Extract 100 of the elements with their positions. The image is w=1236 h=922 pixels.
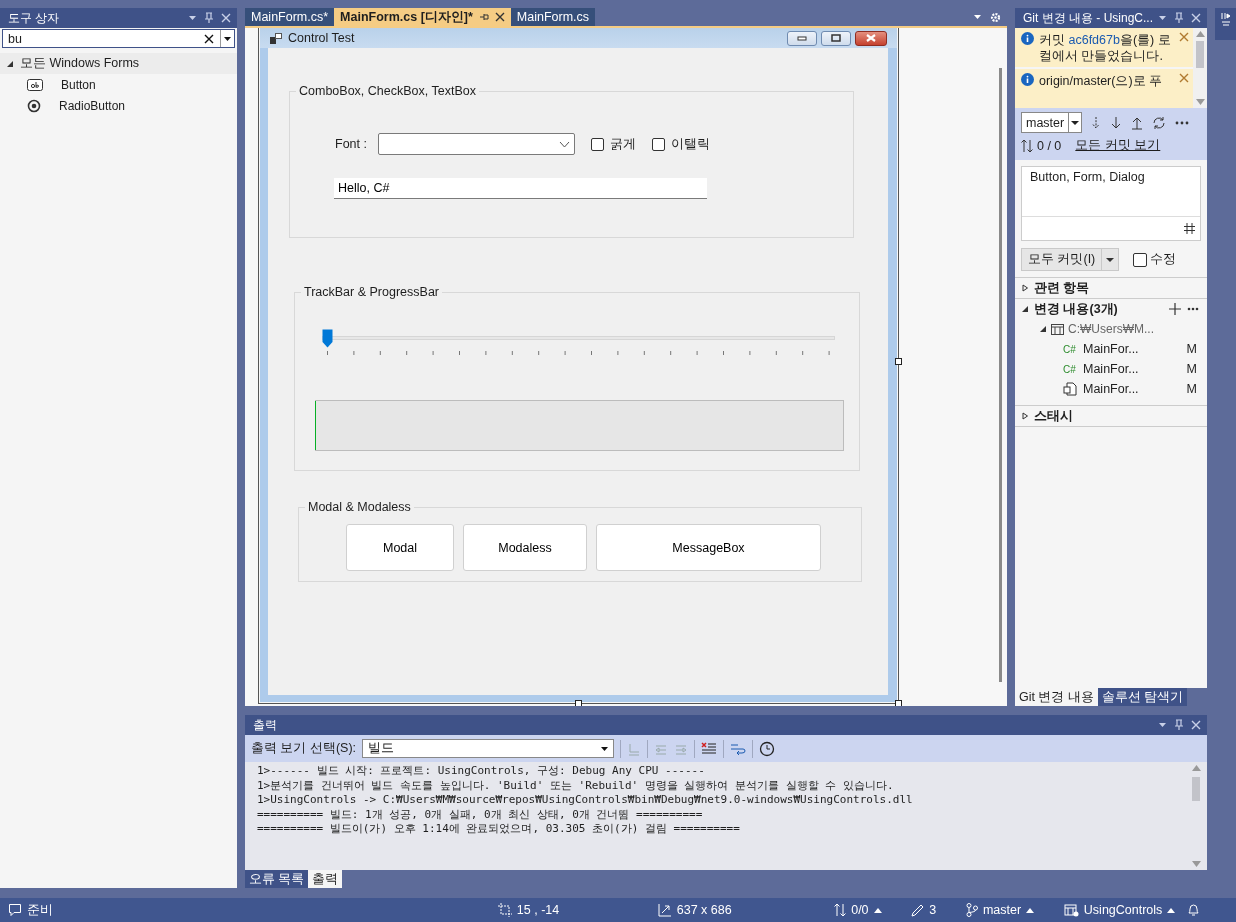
panel-tab[interactable]: 출력	[308, 870, 343, 888]
fetch-icon[interactable]	[1091, 115, 1102, 130]
side-tab[interactable]	[1215, 8, 1236, 40]
more-icon[interactable]	[1175, 120, 1190, 125]
minimize-button[interactable]	[787, 30, 817, 46]
radio-button-icon	[27, 98, 41, 113]
pending-changes[interactable]: 3	[911, 903, 937, 917]
panel-tab[interactable]: Git 변경 내용	[1015, 688, 1098, 706]
sync-icon[interactable]	[1152, 115, 1167, 130]
file-icon	[1063, 382, 1079, 396]
document-tab[interactable]: MainForm.cs	[510, 8, 596, 26]
clear-icon[interactable]	[204, 33, 214, 44]
collapse-icon[interactable]	[6, 59, 14, 68]
section-header[interactable]: 관련 항목	[1021, 278, 1207, 298]
caret-icon	[1071, 119, 1080, 126]
resize-handle[interactable]	[575, 700, 582, 706]
scrollbar-thumb[interactable]	[1192, 777, 1200, 801]
panel-tab[interactable]: 오류 목록	[245, 870, 309, 888]
maximize-button[interactable]	[821, 30, 851, 46]
trackbar-thumb[interactable]	[322, 329, 333, 348]
scrollbar[interactable]	[1193, 28, 1207, 108]
sync-count: 0 / 0	[1037, 138, 1062, 153]
search-field[interactable]: bu	[2, 29, 235, 48]
repository-folder-icon	[1051, 323, 1064, 335]
clock-icon[interactable]	[759, 740, 776, 757]
collapse-icon[interactable]	[1021, 305, 1029, 313]
hash-icon[interactable]	[1183, 222, 1196, 235]
group-title: ComboBox, CheckBox, TextBox	[296, 84, 479, 98]
tree-group[interactable]: 모든 Windows Forms	[0, 53, 237, 74]
repository-status[interactable]: UsingControls	[1063, 903, 1176, 917]
caret-icon	[600, 744, 610, 753]
scroll-up-icon	[1191, 765, 1201, 771]
close-button[interactable]	[855, 30, 887, 46]
checkbox[interactable]	[651, 137, 665, 151]
scroll-down-icon	[1195, 99, 1205, 105]
text-input[interactable]: Hello, C#	[334, 178, 707, 199]
caret-up-icon	[873, 907, 882, 913]
stage-all-icon[interactable]	[1169, 303, 1181, 315]
output-line: 1>------ 빌드 시작: 프로젝트: UsingControls, 구성: Debug Any CPU ------	[257, 764, 706, 779]
changed-file[interactable]: MainFor... M	[1021, 379, 1207, 399]
toolbox-item[interactable]: RadioButton	[0, 95, 237, 116]
group-label: 모든 Windows Forms	[20, 55, 140, 72]
resize-handle[interactable]	[895, 358, 902, 365]
expand-icon[interactable]	[1021, 284, 1029, 292]
commit-all-button[interactable]: 모두 커밋(I)	[1021, 248, 1120, 271]
sync-status[interactable]: 0/0	[834, 903, 882, 917]
size-icon	[657, 903, 672, 917]
document-tab[interactable]: MainForm.cs*	[245, 8, 335, 26]
toolbox-item[interactable]: Button	[0, 74, 237, 95]
dialog-button[interactable]: MessageBox	[596, 524, 821, 571]
notifications-icon[interactable]	[1187, 903, 1201, 917]
commit-link[interactable]: ac6fd67b	[1068, 33, 1120, 47]
branch-status[interactable]: master	[965, 903, 1035, 917]
push-icon[interactable]	[1131, 115, 1144, 130]
output-line: 1>분석기를 건너뛰어 빌드 속도를 높입니다. 'Build' 또는 'Rebuild' 명령을 실행하여 분석기를 실행할 수 있습니다.	[257, 778, 895, 793]
checkbox-label: 수정	[1150, 251, 1177, 268]
settings-icon[interactable]	[990, 11, 1001, 23]
output-source-dropdown[interactable]: 빌드	[362, 739, 615, 758]
folder-node[interactable]: C:₩Users₩M...	[1021, 319, 1207, 339]
resize-handle[interactable]	[895, 700, 902, 706]
dialog-button[interactable]: Modaless	[463, 524, 587, 571]
file-status: M	[1186, 382, 1197, 396]
panel-tab[interactable]: 솔루션 탐색기	[1097, 688, 1188, 706]
trackbar[interactable]	[322, 329, 835, 348]
cursor-position: 15 , -14	[516, 903, 560, 917]
pull-icon[interactable]	[1110, 115, 1123, 130]
scrollbar[interactable]	[1189, 762, 1203, 870]
more-icon[interactable]	[1187, 307, 1199, 311]
document-tab[interactable]: MainForm.cs [디자인]*	[334, 8, 511, 26]
section-header[interactable]: 스태시	[1021, 406, 1207, 426]
collapse-icon[interactable]	[1039, 325, 1047, 333]
chevron-down-icon	[558, 140, 570, 148]
changed-file[interactable]: C# MainFor... M	[1021, 339, 1207, 359]
checkbox[interactable]	[1133, 252, 1148, 267]
dialog-button[interactable]: Modal	[346, 524, 454, 571]
section-header[interactable]: 변경 내용(3개)	[1021, 299, 1207, 319]
commit-message-field[interactable]: Button, Form, Dialog	[1021, 166, 1201, 241]
close-icon[interactable]	[494, 12, 505, 22]
form-window[interactable]: Control Test ComboBox, CheckBox, TextBox Font : 굵게 이탤릭 Hello, C# TrackBar & ProgressBar Modal & Modaless Modal Modaless MessageBox	[260, 28, 897, 702]
clear-all-icon[interactable]	[701, 741, 718, 756]
scrollbar-thumb[interactable]	[1196, 41, 1204, 68]
group-title: Modal & Modaless	[305, 500, 414, 514]
minimize-icon	[797, 35, 807, 41]
output-line: ========== 빌드: 1개 성공, 0개 실패, 0개 최신 상태, 0개 건너뜀 ==========	[257, 807, 704, 822]
selection-icon	[497, 903, 512, 917]
checkbox[interactable]	[590, 137, 604, 151]
dropdown-icon[interactable]	[223, 34, 232, 43]
repository-icon	[1063, 903, 1079, 917]
scrollbar-thumb[interactable]	[998, 68, 1002, 682]
branch-dropdown[interactable]: master	[1021, 112, 1083, 133]
font-combo-box[interactable]	[377, 133, 575, 155]
font-label: Font :	[335, 137, 367, 151]
expand-icon[interactable]	[1021, 412, 1029, 420]
form-title: Control Test	[288, 31, 356, 45]
pin-icon[interactable]	[478, 12, 489, 22]
word-wrap-icon[interactable]	[730, 741, 747, 756]
file-status: M	[1186, 362, 1197, 376]
output-message-icon	[8, 903, 22, 917]
changed-file[interactable]: C# MainFor... M	[1021, 359, 1207, 379]
all-commits-link[interactable]: 모든 커밋 보기	[1075, 137, 1161, 154]
